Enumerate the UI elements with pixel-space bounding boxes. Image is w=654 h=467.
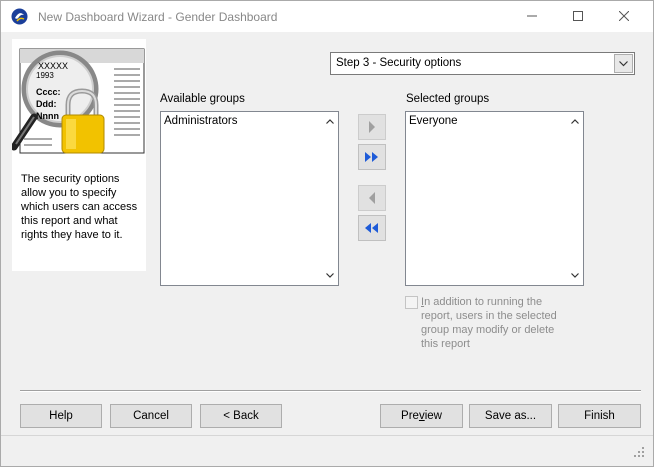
remove-all-button[interactable] <box>358 215 386 241</box>
preview-label-post: iew <box>424 410 442 422</box>
remove-selected-button[interactable] <box>358 185 386 211</box>
modify-permission-checkbox[interactable] <box>405 296 418 309</box>
back-button[interactable]: < Back <box>200 404 282 428</box>
preview-label-pre: Pre <box>401 410 419 422</box>
illustration-text-year: 1993 <box>36 71 54 80</box>
minimize-icon <box>527 15 537 17</box>
illustration-text-cccc: Cccc: <box>36 87 61 97</box>
chevron-down-icon <box>325 273 334 278</box>
help-button[interactable]: Help <box>20 404 102 428</box>
info-panel: XXXXX 1993 Cccc: Ddd: Nnnn The security … <box>12 39 146 271</box>
report-lock-magnifier-icon: XXXXX 1993 Cccc: Ddd: Nnnn <box>12 48 145 154</box>
status-bar <box>1 435 653 466</box>
save-as-button[interactable]: Save as... <box>469 404 552 428</box>
chevron-up-icon <box>570 119 579 124</box>
modify-permission-label: In addition to running the report, users… <box>421 295 571 351</box>
chevron-down-icon <box>619 60 628 66</box>
modify-permission-label-text: n addition to running the report, users … <box>421 296 557 350</box>
illustration-text-ddd: Ddd: <box>36 99 57 109</box>
finish-button[interactable]: Finish <box>558 404 641 428</box>
double-arrow-right-icon <box>365 152 378 162</box>
scroll-down-button[interactable] <box>566 267 583 284</box>
step-select-value: Step 3 - Security options <box>336 57 462 69</box>
info-text: The security options allow you to specif… <box>21 173 138 241</box>
available-groups-label: Available groups <box>160 93 245 105</box>
close-icon <box>619 11 629 21</box>
maximize-button[interactable] <box>555 1 601 31</box>
step-select[interactable]: Step 3 - Security options <box>330 52 635 75</box>
double-arrow-left-icon <box>365 223 378 233</box>
chevron-down-icon <box>570 273 579 278</box>
add-all-button[interactable] <box>358 144 386 170</box>
title-bar: New Dashboard Wizard - Gender Dashboard <box>1 1 653 32</box>
illustration-text-nnnn: Nnnn <box>36 111 59 121</box>
available-groups-list[interactable]: Administrators <box>160 111 339 286</box>
add-selected-button[interactable] <box>358 114 386 140</box>
scroll-down-button[interactable] <box>321 267 338 284</box>
minimize-button[interactable] <box>509 1 555 31</box>
selected-groups-label: Selected groups <box>406 93 490 105</box>
divider-highlight <box>20 391 641 392</box>
illustration-text-xxxxx: XXXXX <box>38 61 68 71</box>
chevron-up-icon <box>325 119 334 124</box>
dropdown-arrow-button[interactable] <box>614 54 633 73</box>
single-arrow-left-icon <box>369 192 375 204</box>
close-button[interactable] <box>601 1 647 31</box>
list-item[interactable]: Administrators <box>164 115 238 127</box>
maximize-icon <box>573 11 583 21</box>
single-arrow-right-icon <box>369 121 375 133</box>
resize-grip-icon[interactable] <box>633 446 645 458</box>
scroll-up-button[interactable] <box>566 113 583 130</box>
list-item[interactable]: Everyone <box>409 115 458 127</box>
preview-button[interactable]: Pre v iew <box>380 404 463 428</box>
window-title: New Dashboard Wizard - Gender Dashboard <box>38 10 278 24</box>
cancel-button[interactable]: Cancel <box>110 404 192 428</box>
wizard-window: New Dashboard Wizard - Gender Dashboard <box>0 0 654 467</box>
scroll-up-button[interactable] <box>321 113 338 130</box>
app-icon <box>11 8 28 25</box>
selected-groups-list[interactable]: Everyone <box>405 111 584 286</box>
